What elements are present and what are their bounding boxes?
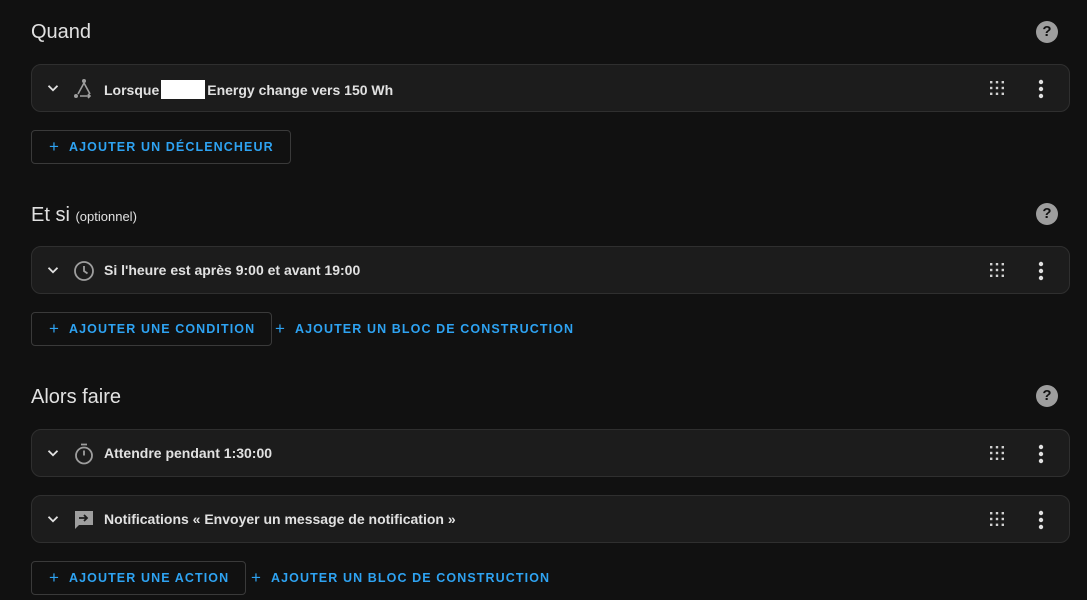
action-row[interactable]: Notifications « Envoyer un message de no…: [31, 495, 1070, 543]
more-vert-icon[interactable]: [1038, 510, 1044, 530]
add-action-label: AJOUTER UNE ACTION: [68, 571, 230, 585]
add-trigger-label: AJOUTER UN DÉCLENCHEUR: [68, 140, 274, 154]
help-icon[interactable]: ?: [1036, 385, 1058, 407]
timer-icon: [75, 443, 93, 465]
more-vert-icon[interactable]: [1038, 444, 1044, 464]
and-if-title: Et si: [31, 204, 70, 226]
section-title-when: Quand: [31, 21, 92, 43]
message-arrow-icon: [75, 511, 93, 529]
help-icon[interactable]: ?: [1036, 203, 1058, 225]
action-label: Notifications « Envoyer un message de no…: [104, 511, 456, 527]
add-action-button[interactable]: + AJOUTER UNE ACTION: [31, 561, 247, 595]
add-building-block-button[interactable]: + AJOUTER UN BLOC DE CONSTRUCTION: [234, 561, 566, 595]
more-vert-icon[interactable]: [1038, 79, 1044, 99]
drag-handle-icon[interactable]: [990, 446, 1004, 460]
plus-icon: +: [49, 137, 59, 156]
help-icon[interactable]: ?: [1036, 21, 1058, 43]
add-block-label: AJOUTER UN BLOC DE CONSTRUCTION: [270, 571, 551, 585]
trigger-prefix: Lorsque: [104, 82, 160, 98]
plus-icon: +: [49, 568, 59, 587]
chevron-down-icon[interactable]: [44, 79, 62, 97]
trigger-label: Lorsque Energy change vers 150 Wh: [104, 80, 393, 99]
drag-handle-icon[interactable]: [990, 81, 1004, 95]
trigger-suffix: Energy change vers 150 Wh: [207, 82, 394, 98]
plus-icon: +: [251, 568, 261, 587]
add-block-label: AJOUTER UN BLOC DE CONSTRUCTION: [294, 322, 575, 336]
action-row[interactable]: Attendre pendant 1:30:00: [31, 429, 1070, 477]
trigger-row[interactable]: Lorsque Energy change vers 150 Wh: [31, 64, 1070, 112]
action-label: Attendre pendant 1:30:00: [104, 445, 273, 461]
optional-label: (optionnel): [75, 209, 137, 224]
add-condition-button[interactable]: + AJOUTER UNE CONDITION: [31, 312, 273, 346]
condition-row[interactable]: Si l'heure est après 9:00 et avant 19:00: [31, 246, 1070, 294]
add-condition-label: AJOUTER UNE CONDITION: [68, 322, 256, 336]
more-vert-icon[interactable]: [1038, 261, 1044, 281]
section-title-then: Alors faire: [31, 386, 122, 408]
redacted-block: [161, 80, 206, 99]
drag-handle-icon[interactable]: [990, 512, 1004, 526]
state-change-icon: [74, 79, 92, 99]
chevron-down-icon[interactable]: [44, 510, 62, 528]
plus-icon: +: [49, 319, 59, 338]
chevron-down-icon[interactable]: [44, 261, 62, 279]
add-trigger-button[interactable]: + AJOUTER UN DÉCLENCHEUR: [31, 130, 291, 164]
plus-icon: +: [275, 319, 285, 338]
condition-label: Si l'heure est après 9:00 et avant 19:00: [104, 262, 361, 278]
drag-handle-icon[interactable]: [990, 263, 1004, 277]
clock-icon: [74, 261, 94, 281]
chevron-down-icon[interactable]: [44, 444, 62, 462]
section-title-and-if: Et si (optionnel): [31, 204, 137, 227]
add-building-block-button[interactable]: + AJOUTER UN BLOC DE CONSTRUCTION: [258, 312, 590, 346]
